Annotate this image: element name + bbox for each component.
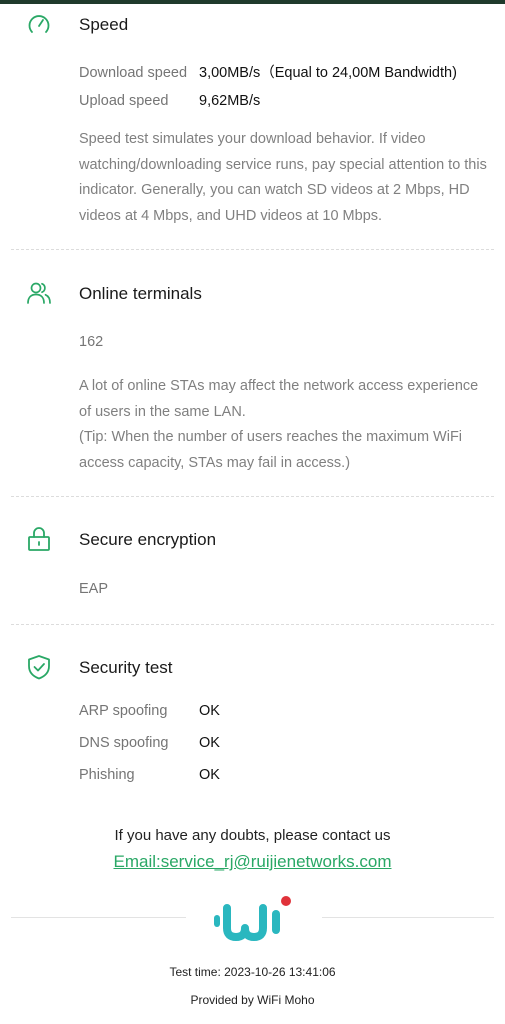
- lock-icon: [26, 526, 52, 552]
- download-speed-label: Download speed: [79, 65, 188, 81]
- email-link[interactable]: Email:service_rj@ruijienetworks.com: [0, 852, 505, 872]
- dns-spoofing-row: DNS spoofing OK: [79, 735, 220, 751]
- download-speed-row: Download speed 3,00MB/s（Equal to 24,00M B…: [79, 61, 457, 82]
- wifi-moho-logo: [210, 890, 298, 946]
- divider: [11, 249, 494, 250]
- test-time: Test time: 2023-10-26 13:41:06: [169, 965, 336, 979]
- download-speed-value: 3,00MB/s（Equal to 24,00M Bandwidth): [199, 65, 457, 81]
- footer-divider-right: [322, 917, 494, 918]
- divider: [11, 624, 494, 625]
- terminal-count: 162: [79, 334, 104, 350]
- secure-encryption-title: Secure encryption: [79, 530, 217, 549]
- speed-title: Speed: [79, 15, 129, 34]
- terminals-tip: (Tip: When the number of users reaches t…: [79, 429, 463, 471]
- users-icon: [26, 280, 52, 306]
- speed-description: Speed test simulates your download behav…: [79, 131, 487, 224]
- shield-check-icon: [26, 654, 52, 680]
- speedometer-icon: [26, 12, 52, 38]
- phishing-row: Phishing OK: [79, 767, 220, 783]
- email-link-text[interactable]: Email:service_rj@ruijienetworks.com: [114, 852, 392, 871]
- top-status-strip: [0, 0, 505, 4]
- divider: [11, 496, 494, 497]
- upload-speed-value: 9,62MB/s: [199, 93, 261, 109]
- provided-by: Provided by WiFi Moho: [190, 993, 315, 1007]
- upload-speed-label: Upload speed: [79, 93, 169, 109]
- contact-text: If you have any doubts, please contact u…: [114, 827, 391, 844]
- encryption-value: EAP: [79, 581, 109, 597]
- terminals-description: A lot of online STAs may affect the netw…: [79, 378, 479, 420]
- footer-divider-left: [11, 917, 186, 918]
- online-terminals-title: Online terminals: [79, 284, 202, 303]
- arp-spoofing-row: ARP spoofing OK: [79, 703, 220, 719]
- upload-speed-row: Upload speed 9,62MB/s: [79, 93, 260, 109]
- security-test-title: Security test: [79, 658, 173, 677]
